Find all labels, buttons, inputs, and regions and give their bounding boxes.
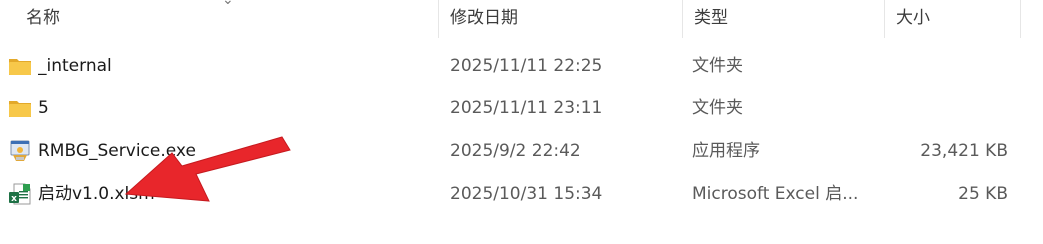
- column-divider[interactable]: [1020, 0, 1021, 38]
- file-type: 文件夹: [692, 98, 743, 118]
- file-size: [880, 45, 1008, 87]
- file-type: 应用程序: [692, 141, 760, 161]
- column-header-size[interactable]: 大小: [886, 0, 1020, 38]
- sort-chevron-icon: ⌄: [222, 0, 234, 8]
- file-name[interactable]: RMBG_Service.exe: [38, 130, 428, 172]
- file-row[interactable]: x 启动v1.0.xlsm 2025/10/31 15:34 Microsoft…: [0, 173, 1020, 215]
- file-type: Microsoft Excel 启...: [692, 184, 858, 204]
- exe-app-icon: [10, 140, 30, 161]
- file-size: [880, 87, 1008, 129]
- column-divider[interactable]: [884, 0, 885, 38]
- file-date: 2025/11/11 22:25: [450, 56, 603, 76]
- file-name[interactable]: 5: [38, 87, 428, 129]
- file-date: 2025/9/2 22:42: [450, 141, 581, 161]
- file-name[interactable]: 启动v1.0.xlsm: [38, 173, 428, 215]
- svg-text:x: x: [11, 194, 17, 204]
- file-date: 2025/10/31 15:34: [450, 184, 603, 204]
- folder-icon: [9, 101, 31, 117]
- column-header-bar: 名称 ⌄ 修改日期 类型 大小: [0, 0, 1043, 38]
- column-divider[interactable]: [682, 0, 683, 38]
- excel-file-icon: x: [9, 183, 31, 205]
- column-header-date[interactable]: 修改日期: [440, 0, 680, 38]
- file-size: 23,421 KB: [920, 141, 1008, 161]
- file-type: 文件夹: [692, 56, 743, 76]
- file-row[interactable]: RMBG_Service.exe 2025/9/2 22:42 应用程序 23,…: [0, 130, 1020, 172]
- file-date: 2025/11/11 23:11: [450, 98, 603, 118]
- column-header-type[interactable]: 类型: [684, 0, 880, 38]
- folder-icon: [9, 59, 31, 75]
- file-name[interactable]: _internal: [38, 45, 428, 87]
- file-size: 25 KB: [958, 184, 1008, 204]
- file-row[interactable]: _internal 2025/11/11 22:25 文件夹: [0, 45, 1020, 87]
- column-divider[interactable]: [438, 0, 439, 38]
- file-row[interactable]: 5 2025/11/11 23:11 文件夹: [0, 87, 1020, 129]
